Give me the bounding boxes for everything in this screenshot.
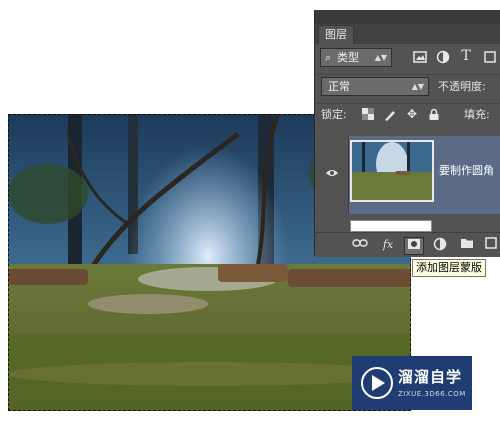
lock-image-pixels-icon[interactable] [383, 108, 397, 122]
tooltip: 添加图层蒙版 [412, 259, 486, 277]
watermark-url: ZIXUE.3D66.COM [398, 390, 466, 398]
opacity-label: 不透明度: [438, 80, 486, 93]
watermark: 溜溜自学 ZIXUE.3D66.COM [352, 356, 472, 410]
fill-label: 填充: [464, 108, 490, 121]
link-layers-icon[interactable] [351, 237, 369, 253]
adjustment-layer-icon[interactable] [431, 237, 449, 253]
lock-position-icon[interactable]: ✥ [405, 107, 419, 121]
lock-label: 锁定: [321, 108, 347, 121]
filter-kind-label: 类型 [337, 51, 359, 64]
search-icon: ⌕ [325, 51, 332, 64]
blend-mode-value: 正常 [328, 80, 350, 93]
filter-row: ⌕ 类型 ▲▼ T [315, 46, 500, 68]
lock-row: 锁定: ✥ 填充: [315, 103, 500, 126]
lock-all-icon[interactable] [427, 108, 441, 122]
panel-footer: fx [315, 232, 500, 257]
panel-header-bar[interactable] [315, 10, 500, 24]
watermark-title: 溜溜自学 [398, 368, 463, 386]
watermark-logo-icon [361, 367, 393, 399]
lock-transparent-pixels-icon[interactable] [361, 108, 375, 122]
new-group-icon[interactable] [458, 237, 476, 253]
fx-icon[interactable]: fx [379, 237, 397, 253]
chevron-updown-icon: ▲▼ [374, 53, 387, 62]
image-filter-icon[interactable] [413, 50, 427, 64]
blend-row: 正常 ▲▼ 不透明度: [315, 74, 500, 97]
new-layer-icon[interactable] [483, 237, 500, 253]
next-layer-thumbnail[interactable] [350, 220, 432, 232]
chevron-updown-icon: ▲▼ [411, 82, 424, 91]
layer-name[interactable]: 要制作圆角 [439, 162, 494, 178]
blend-mode-select[interactable]: 正常 ▲▼ [321, 77, 429, 96]
shape-filter-icon[interactable] [483, 50, 497, 64]
type-filter-icon[interactable]: T [459, 49, 473, 63]
eye-icon[interactable] [325, 166, 339, 180]
filter-kind-select[interactable]: ⌕ 类型 ▲▼ [320, 48, 392, 67]
adjustment-filter-icon[interactable] [436, 50, 450, 64]
tab-layers[interactable]: 图层 [318, 25, 354, 44]
layer-thumbnail[interactable] [350, 140, 434, 202]
layers-panel: 图层 ⌕ 类型 ▲▼ T 正常 ▲▼ 不透明度: 锁定: ✥ 填充: 要制作圆角… [314, 10, 500, 257]
add-mask-icon[interactable] [404, 237, 424, 255]
